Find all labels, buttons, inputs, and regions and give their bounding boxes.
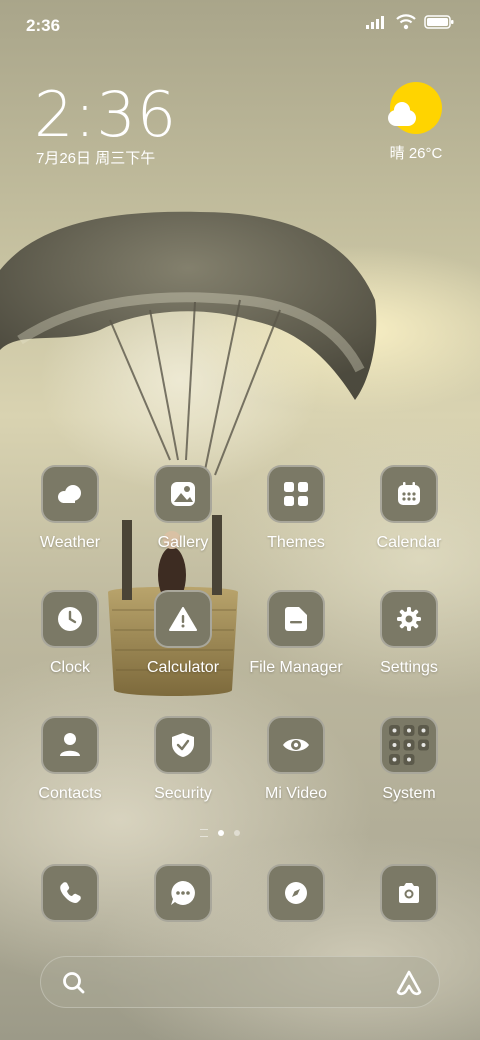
dock-phone[interactable]	[41, 864, 99, 922]
dock-camera[interactable]	[380, 864, 438, 922]
app-mi-video[interactable]: Mi Video	[241, 716, 351, 803]
sunny-weather-icon	[388, 82, 442, 134]
app-calendar[interactable]: Calendar	[354, 465, 464, 552]
app-calculator[interactable]: Calculator	[128, 590, 238, 677]
calendar-icon	[380, 465, 438, 523]
weather-widget[interactable]: 晴 26°C	[386, 82, 446, 163]
page-indicator[interactable]	[200, 829, 240, 837]
gallery-icon	[154, 465, 212, 523]
app-label: Clock	[49, 659, 90, 676]
phone-icon	[41, 864, 99, 922]
app-label: Calculator	[146, 659, 220, 676]
app-label: System	[382, 785, 436, 802]
app-contacts[interactable]: Contacts	[15, 716, 125, 803]
gear-icon	[380, 590, 438, 648]
app-label: Settings	[380, 659, 438, 676]
folder-icon	[380, 716, 438, 774]
status-icons	[366, 14, 454, 30]
messages-icon	[154, 864, 212, 922]
clock-widget-time[interactable]: 2:36	[34, 78, 177, 151]
dock-browser[interactable]	[267, 864, 325, 922]
dock-messages[interactable]	[154, 864, 212, 922]
battery-icon	[424, 15, 454, 29]
warning-icon	[154, 590, 212, 648]
weather-text: 晴 26°C	[389, 145, 443, 162]
app-security[interactable]: Security	[128, 716, 238, 803]
app-label: Security	[154, 785, 212, 802]
app-label: Themes	[267, 534, 325, 551]
app-system-folder[interactable]: System	[354, 716, 464, 803]
app-label: File Manager	[249, 659, 343, 676]
page-dot-active	[218, 830, 224, 836]
camera-icon	[380, 864, 438, 922]
status-bar: 2:36	[0, 0, 480, 50]
app-themes[interactable]: Themes	[241, 465, 351, 552]
eye-icon	[267, 716, 325, 774]
shield-icon	[154, 716, 212, 774]
app-clock[interactable]: Clock	[15, 590, 125, 677]
app-settings[interactable]: Settings	[354, 590, 464, 677]
contacts-icon	[41, 716, 99, 774]
app-gallery[interactable]: Gallery	[128, 465, 238, 552]
file-manager-icon	[267, 590, 325, 648]
page-dot	[234, 830, 240, 836]
wifi-icon	[396, 14, 416, 30]
search-icon	[63, 972, 85, 994]
themes-icon	[267, 465, 325, 523]
weather-icon	[41, 465, 99, 523]
app-label: Mi Video	[265, 785, 327, 802]
app-label: Calendar	[376, 534, 442, 551]
page-indicator-lines	[200, 829, 208, 837]
signal-icon	[366, 16, 384, 29]
clock-icon	[41, 590, 99, 648]
app-weather[interactable]: Weather	[15, 465, 125, 552]
app-label: Weather	[39, 534, 101, 551]
app-file-manager[interactable]: File Manager	[241, 590, 351, 677]
app-label: Gallery	[157, 534, 209, 551]
assistant-icon[interactable]	[395, 969, 423, 997]
compass-icon	[267, 864, 325, 922]
search-bar[interactable]	[40, 956, 440, 1008]
clock-widget-date: 7月26日 周三下午	[36, 150, 156, 167]
status-time: 2:36	[26, 16, 61, 35]
app-label: Contacts	[38, 785, 102, 802]
